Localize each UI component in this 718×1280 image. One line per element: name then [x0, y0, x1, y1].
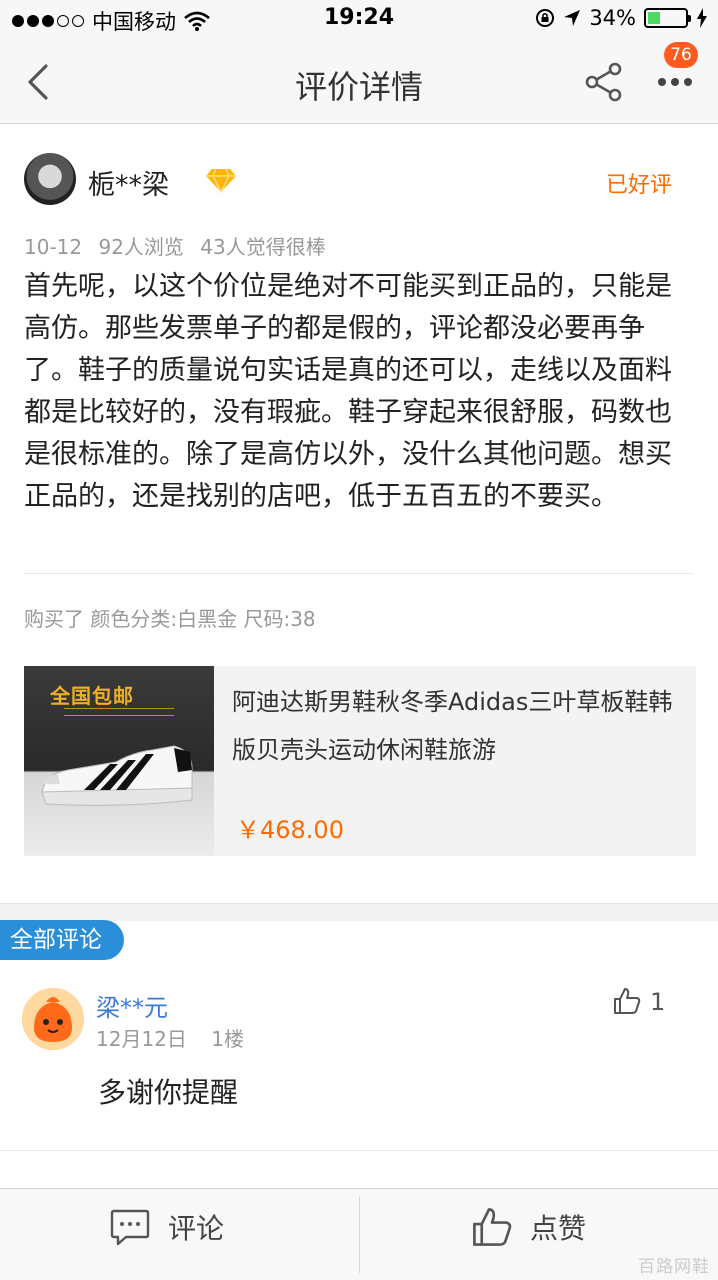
navigation-bar: 评价详情: [0, 40, 718, 124]
review-likes: 43人觉得很棒: [200, 235, 326, 259]
diamond-vip-icon: [206, 168, 236, 193]
location-icon: [564, 10, 581, 26]
comment-meta: 12月12日 1楼: [96, 1023, 262, 1052]
commenter-name[interactable]: 梁**元: [96, 988, 168, 1023]
comment-body: 多谢你提醒: [98, 1076, 239, 1109]
battery-percent: 34%: [589, 6, 636, 30]
like-button-label: 点赞: [530, 1212, 587, 1245]
commenter-avatar[interactable]: [22, 988, 84, 1050]
review-rating-status: 已好评: [605, 173, 672, 198]
purchased-sku: 购买了 颜色分类:白黑金 尺码:38: [24, 607, 316, 631]
comment-button-label: 评论: [168, 1212, 225, 1245]
share-icon[interactable]: [582, 60, 626, 104]
like-button[interactable]: 点赞: [470, 1205, 586, 1249]
more-dots-icon: [658, 78, 692, 86]
section-separator: [0, 903, 718, 921]
charging-icon: [697, 8, 707, 28]
thumbs-up-icon[interactable]: [612, 986, 642, 1016]
bottom-bar-separator: [359, 1197, 360, 1273]
rotation-lock-icon: [536, 9, 555, 27]
reviewer-avatar[interactable]: [24, 153, 76, 205]
all-comments-tag: 全部评论: [0, 920, 124, 960]
comment-floor: 1楼: [211, 1027, 244, 1051]
product-title[interactable]: 阿迪达斯男鞋秋冬季Adidas三叶草板鞋韩版贝壳头运动休闲鞋旅游: [232, 678, 682, 774]
battery-icon: [644, 8, 691, 28]
divider: [0, 1150, 718, 1151]
review-views: 92人浏览: [98, 235, 184, 259]
cartoon-avatar-icon: [22, 988, 84, 1050]
battery-level: [648, 12, 661, 24]
product-image: 全国包邮: [24, 666, 214, 856]
comment-date: 12月12日: [96, 1027, 187, 1051]
bottom-action-bar: 评论 点赞: [0, 1188, 718, 1280]
divider: [24, 573, 694, 574]
message-count-badge: 76: [664, 42, 698, 68]
reviewer-name[interactable]: 栀**梁: [88, 163, 169, 202]
comment-like-count: 1: [650, 988, 666, 1016]
product-card[interactable]: 全国包邮 阿迪达斯男鞋秋冬季Adidas三叶草板鞋韩版贝壳头运动休闲鞋旅游 ￥4…: [24, 666, 696, 856]
comment-button[interactable]: 评论: [110, 1207, 224, 1247]
status-icons: 34%: [535, 6, 708, 30]
status-bar: 中国移动 19:24 34%: [0, 0, 718, 40]
product-price: ￥468.00: [236, 816, 344, 844]
review-date: 10-12: [24, 235, 83, 259]
review-body: 首先呢，以这个价位是绝对不可能买到正品的，只能是高仿。那些发票单子的都是假的，评…: [24, 271, 672, 512]
thumbs-up-icon: [473, 1208, 512, 1246]
watermark: 百路网鞋: [638, 1257, 710, 1277]
comment-bubble-icon: [110, 1209, 150, 1246]
sneaker-image: [41, 745, 193, 806]
review-meta: 10-12 92人浏览 43人觉得很棒: [24, 231, 336, 260]
